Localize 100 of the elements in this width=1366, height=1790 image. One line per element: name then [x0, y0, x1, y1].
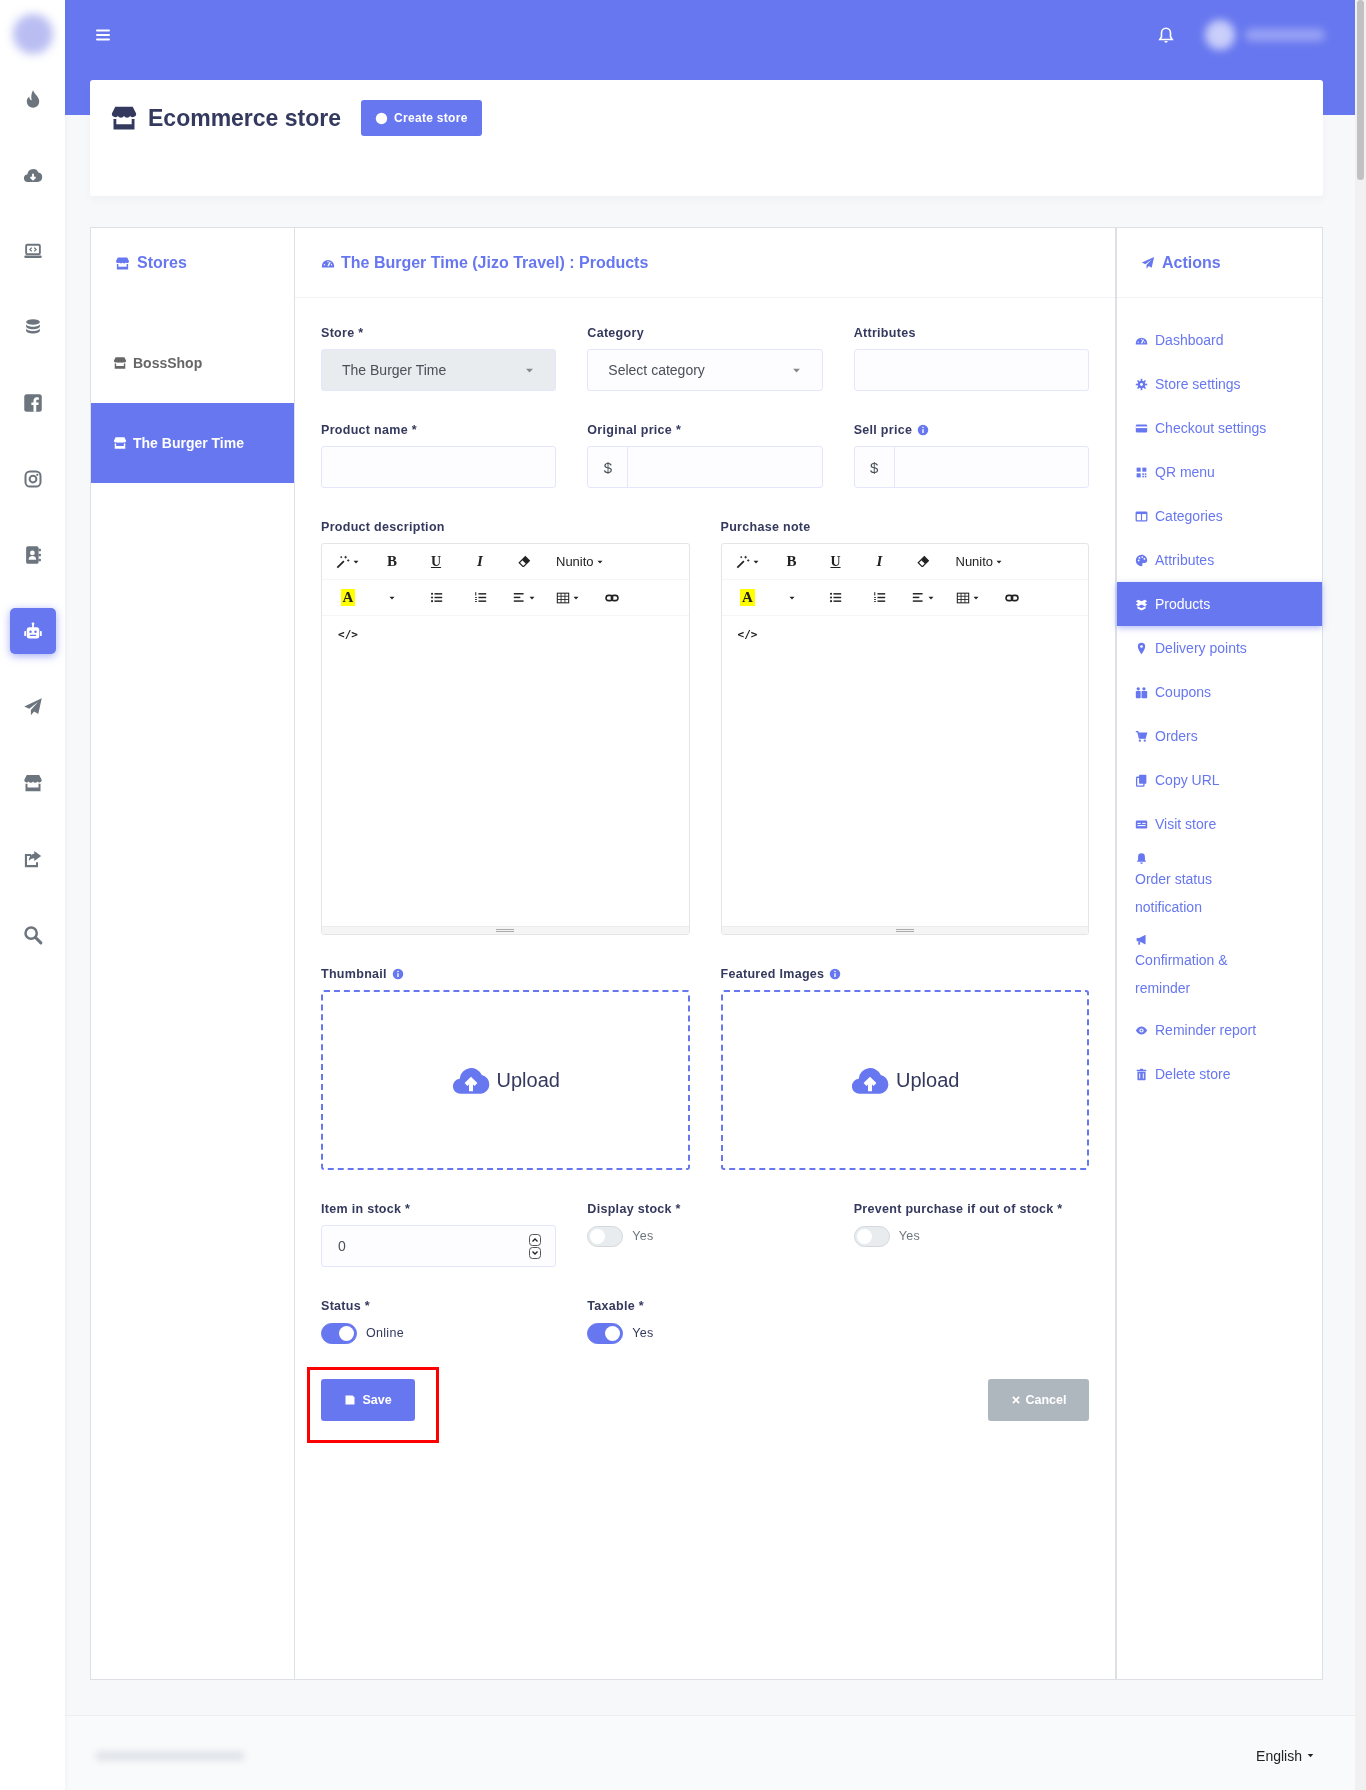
- laptop-code-icon: [22, 241, 43, 261]
- robot-icon: [22, 621, 43, 641]
- section-title: The Burger Time (Jizo Travel) : Products: [341, 253, 649, 272]
- field-label: Store *: [321, 325, 364, 340]
- columns-icon: [1135, 509, 1148, 523]
- id-card-icon: [1135, 817, 1148, 831]
- action-item[interactable]: Categories: [1117, 494, 1322, 538]
- action-item[interactable]: Attributes: [1117, 538, 1322, 582]
- table-icon: [955, 590, 970, 605]
- action-item[interactable]: Visit store: [1117, 802, 1322, 846]
- field-label: Sell price: [853, 422, 913, 437]
- input-field[interactable]: [853, 349, 1089, 391]
- action-item[interactable]: Products: [1117, 582, 1322, 626]
- action-item[interactable]: Dashboard: [1117, 318, 1322, 362]
- field-label: Attributes: [853, 325, 916, 340]
- toggle-label: Online: [366, 1326, 404, 1340]
- language-dropdown[interactable]: English: [1256, 1747, 1315, 1764]
- action-item[interactable]: Delivery points: [1117, 626, 1322, 670]
- underline-button[interactable]: U: [819, 547, 852, 576]
- field-label: Item in stock *: [321, 1201, 411, 1216]
- scrollbar[interactable]: [1355, 0, 1366, 1790]
- code-view-button[interactable]: </>: [731, 620, 764, 648]
- bullet-list-icon: [829, 591, 842, 604]
- field-label: Featured Images: [720, 966, 825, 981]
- palette-icon: [1135, 553, 1148, 567]
- font-family-button[interactable]: Nunito: [951, 547, 1008, 576]
- price-field[interactable]: $: [853, 446, 1089, 488]
- code-view-button[interactable]: </>: [332, 620, 364, 648]
- underline-button[interactable]: U: [420, 547, 452, 576]
- input-field[interactable]: [321, 446, 557, 488]
- store-icon: [115, 255, 130, 271]
- upload-dropzone[interactable]: Upload: [720, 990, 1089, 1170]
- field-label: Prevent purchase if out of stock *: [853, 1201, 1063, 1216]
- megaphone-icon: [1135, 933, 1148, 946]
- action-item[interactable]: Checkout settings: [1117, 406, 1322, 450]
- action-item[interactable]: Copy URL: [1117, 758, 1322, 802]
- toggle-label: Yes: [632, 1229, 654, 1243]
- select-field[interactable]: Select category: [587, 349, 823, 391]
- rich-text-editor[interactable]: B U I Nunito A </>: [321, 543, 690, 935]
- map-pin-icon: [1135, 641, 1148, 655]
- search-icon: [22, 925, 43, 945]
- qr-code-icon: [1135, 465, 1148, 479]
- store-icon: [113, 436, 127, 450]
- bullet-list-icon: [429, 591, 443, 604]
- toggle-switch[interactable]: [587, 1322, 624, 1344]
- sidebar-item[interactable]: [9, 608, 56, 654]
- eraser-icon: [517, 555, 531, 568]
- store-icon: [113, 356, 127, 370]
- close-icon: [1010, 1395, 1021, 1405]
- action-item[interactable]: Store settings: [1117, 362, 1322, 406]
- action-item[interactable]: QR menu: [1117, 450, 1322, 494]
- action-item[interactable]: Coupons: [1117, 670, 1322, 714]
- create-store-button[interactable]: Create store: [361, 100, 482, 136]
- bold-button[interactable]: B: [376, 547, 408, 576]
- trash-icon: [1135, 1067, 1148, 1081]
- save-button[interactable]: Save: [321, 1379, 415, 1421]
- action-item[interactable]: Delete store: [1117, 1052, 1322, 1096]
- field-label: Status *: [321, 1298, 370, 1313]
- action-item[interactable]: Orders: [1117, 714, 1322, 758]
- numbered-list-icon: [473, 591, 487, 604]
- field-label: Display stock *: [587, 1201, 681, 1216]
- store-item[interactable]: BossShop: [91, 323, 294, 403]
- number-field[interactable]: 0: [321, 1225, 557, 1267]
- facebook-icon: [22, 393, 43, 413]
- field-label: Thumbnail: [321, 966, 387, 981]
- boxes-icon: [1135, 597, 1148, 611]
- eye-icon: [1135, 1023, 1148, 1037]
- notification-button[interactable]: [1157, 26, 1175, 44]
- store-icon: [22, 773, 43, 793]
- align-icon: [512, 591, 526, 604]
- settings-icon: [1135, 377, 1148, 391]
- italic-button[interactable]: I: [863, 547, 896, 576]
- menu-icon: [95, 27, 111, 43]
- camera-icon: [22, 469, 43, 489]
- text-color-button[interactable]: A: [731, 583, 764, 612]
- menu-button[interactable]: [95, 27, 111, 43]
- field-label: Product description: [321, 519, 445, 534]
- eraser-icon: [917, 555, 930, 568]
- upload-dropzone[interactable]: Upload: [321, 990, 690, 1170]
- price-field[interactable]: $: [587, 446, 823, 488]
- table-icon: [556, 590, 570, 605]
- text-color-button[interactable]: A: [332, 583, 364, 612]
- store-item[interactable]: The Burger Time: [91, 403, 294, 483]
- magic-wand-icon: [336, 554, 350, 569]
- caret-icon: [1306, 1751, 1315, 1760]
- action-item[interactable]: Confirmation & reminder: [1117, 927, 1322, 1008]
- rich-text-editor[interactable]: B U I Nunito A </>: [720, 543, 1089, 935]
- column-title: Actions: [1162, 253, 1221, 272]
- italic-button[interactable]: I: [464, 547, 496, 576]
- action-item[interactable]: Reminder report: [1117, 1008, 1322, 1052]
- toggle-switch[interactable]: [321, 1322, 357, 1344]
- action-item[interactable]: Order status notification: [1117, 846, 1322, 927]
- gift-icon: [1135, 685, 1148, 699]
- font-family-button[interactable]: Nunito: [552, 547, 608, 576]
- spinner-icon[interactable]: [529, 1233, 542, 1259]
- column-title: Stores: [137, 254, 187, 272]
- paper-plane-icon: [1141, 255, 1155, 270]
- bold-button[interactable]: B: [775, 547, 808, 576]
- align-icon: [912, 591, 925, 604]
- store-icon: [110, 104, 138, 132]
